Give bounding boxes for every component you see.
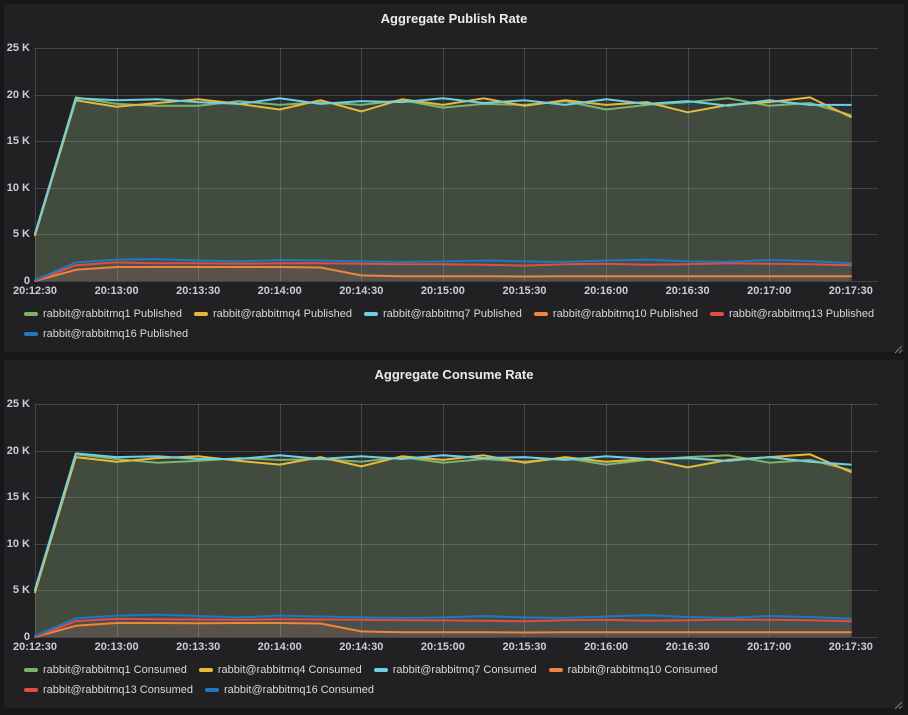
x-tick-label: 20:15:30 bbox=[502, 285, 546, 297]
legend-series-label: rabbit@rabbitmq1 Consumed bbox=[43, 660, 187, 680]
panel-title[interactable]: Aggregate Publish Rate bbox=[4, 4, 904, 32]
y-tick-label: 5 K bbox=[4, 584, 30, 596]
x-tick-label: 20:17:00 bbox=[747, 285, 791, 297]
x-tick-label: 20:16:30 bbox=[666, 641, 710, 653]
chart-area: 05 K10 K15 K20 K25 K 20:12:3020:13:0020:… bbox=[4, 32, 904, 298]
legend-series-color-icon bbox=[194, 312, 208, 316]
y-tick-label: 5 K bbox=[4, 228, 30, 240]
y-tick-label: 10 K bbox=[4, 182, 30, 194]
legend-item[interactable]: rabbit@rabbitmq4 Consumed bbox=[199, 660, 362, 680]
legend-item[interactable]: rabbit@rabbitmq7 Consumed bbox=[374, 660, 537, 680]
dashboard: Aggregate Publish Rate 05 K10 K15 K20 K2… bbox=[0, 0, 908, 712]
legend-item[interactable]: rabbit@rabbitmq4 Published bbox=[194, 304, 352, 324]
legend: rabbit@rabbitmq1 Publishedrabbit@rabbitm… bbox=[24, 304, 894, 344]
x-tick-label: 20:14:30 bbox=[339, 641, 383, 653]
x-tick-label: 20:14:00 bbox=[258, 285, 302, 297]
resize-grip-icon bbox=[893, 700, 903, 710]
x-tick-label: 20:17:30 bbox=[829, 285, 873, 297]
x-tick-label: 20:13:30 bbox=[176, 285, 220, 297]
legend-item[interactable]: rabbit@rabbitmq1 Published bbox=[24, 304, 182, 324]
y-tick-label: 25 K bbox=[4, 42, 30, 54]
legend-series-color-icon bbox=[199, 668, 213, 672]
legend-series-color-icon bbox=[374, 668, 388, 672]
legend-series-color-icon bbox=[24, 688, 38, 692]
legend-series-label: rabbit@rabbitmq7 Published bbox=[383, 304, 522, 324]
panel-aggregate-publish-rate: Aggregate Publish Rate 05 K10 K15 K20 K2… bbox=[4, 4, 904, 352]
chart-area: 05 K10 K15 K20 K25 K 20:12:3020:13:0020:… bbox=[4, 388, 904, 654]
x-tick-label: 20:14:00 bbox=[258, 641, 302, 653]
series-fill bbox=[35, 453, 851, 637]
y-tick-label: 15 K bbox=[4, 135, 30, 147]
y-tick-label: 25 K bbox=[4, 398, 30, 410]
legend-series-color-icon bbox=[205, 688, 219, 692]
x-tick-label: 20:16:00 bbox=[584, 285, 628, 297]
legend-item[interactable]: rabbit@rabbitmq13 Published bbox=[710, 304, 874, 324]
legend-series-label: rabbit@rabbitmq7 Consumed bbox=[393, 660, 537, 680]
legend-item[interactable]: rabbit@rabbitmq16 Consumed bbox=[205, 680, 374, 700]
panel-aggregate-consume-rate: Aggregate Consume Rate 05 K10 K15 K20 K2… bbox=[4, 360, 904, 708]
series-fill bbox=[35, 98, 851, 281]
x-tick-label: 20:14:30 bbox=[339, 285, 383, 297]
legend: rabbit@rabbitmq1 Consumedrabbit@rabbitmq… bbox=[24, 660, 894, 700]
x-tick-label: 20:16:00 bbox=[584, 641, 628, 653]
x-tick-label: 20:13:00 bbox=[95, 285, 139, 297]
x-tick-label: 20:15:30 bbox=[502, 641, 546, 653]
panel-resize-handle[interactable] bbox=[893, 341, 903, 351]
legend-item[interactable]: rabbit@rabbitmq7 Published bbox=[364, 304, 522, 324]
y-tick-label: 20 K bbox=[4, 445, 30, 457]
x-tick-label: 20:17:30 bbox=[829, 641, 873, 653]
x-tick-label: 20:15:00 bbox=[421, 285, 465, 297]
legend-series-label: rabbit@rabbitmq13 Consumed bbox=[43, 680, 193, 700]
panel-title[interactable]: Aggregate Consume Rate bbox=[4, 360, 904, 388]
y-tick-label: 15 K bbox=[4, 491, 30, 503]
legend-item[interactable]: rabbit@rabbitmq10 Published bbox=[534, 304, 698, 324]
consume-rate-chart bbox=[4, 388, 904, 654]
legend-series-label: rabbit@rabbitmq16 Consumed bbox=[224, 680, 374, 700]
legend-series-label: rabbit@rabbitmq16 Published bbox=[43, 324, 188, 344]
x-tick-label: 20:13:30 bbox=[176, 641, 220, 653]
legend-series-color-icon bbox=[24, 332, 38, 336]
x-tick-label: 20:13:00 bbox=[95, 641, 139, 653]
x-tick-label: 20:15:00 bbox=[421, 641, 465, 653]
legend-series-label: rabbit@rabbitmq4 Published bbox=[213, 304, 352, 324]
resize-grip-icon bbox=[893, 344, 903, 354]
publish-rate-chart bbox=[4, 32, 904, 298]
legend-series-label: rabbit@rabbitmq10 Consumed bbox=[568, 660, 718, 680]
legend-series-label: rabbit@rabbitmq1 Published bbox=[43, 304, 182, 324]
legend-series-label: rabbit@rabbitmq4 Consumed bbox=[218, 660, 362, 680]
legend-series-color-icon bbox=[534, 312, 548, 316]
legend-series-color-icon bbox=[364, 312, 378, 316]
legend-series-color-icon bbox=[24, 312, 38, 316]
legend-series-color-icon bbox=[710, 312, 724, 316]
legend-item[interactable]: rabbit@rabbitmq13 Consumed bbox=[24, 680, 193, 700]
legend-item[interactable]: rabbit@rabbitmq16 Published bbox=[24, 324, 188, 344]
panel-resize-handle[interactable] bbox=[893, 697, 903, 707]
legend-series-label: rabbit@rabbitmq13 Published bbox=[729, 304, 874, 324]
x-tick-label: 20:17:00 bbox=[747, 641, 791, 653]
legend-series-color-icon bbox=[24, 668, 38, 672]
y-tick-label: 20 K bbox=[4, 89, 30, 101]
legend-series-color-icon bbox=[549, 668, 563, 672]
legend-series-label: rabbit@rabbitmq10 Published bbox=[553, 304, 698, 324]
x-tick-label: 20:12:30 bbox=[13, 641, 57, 653]
y-tick-label: 10 K bbox=[4, 538, 30, 550]
x-tick-label: 20:12:30 bbox=[13, 285, 57, 297]
legend-item[interactable]: rabbit@rabbitmq10 Consumed bbox=[549, 660, 718, 680]
x-tick-label: 20:16:30 bbox=[666, 285, 710, 297]
legend-item[interactable]: rabbit@rabbitmq1 Consumed bbox=[24, 660, 187, 680]
